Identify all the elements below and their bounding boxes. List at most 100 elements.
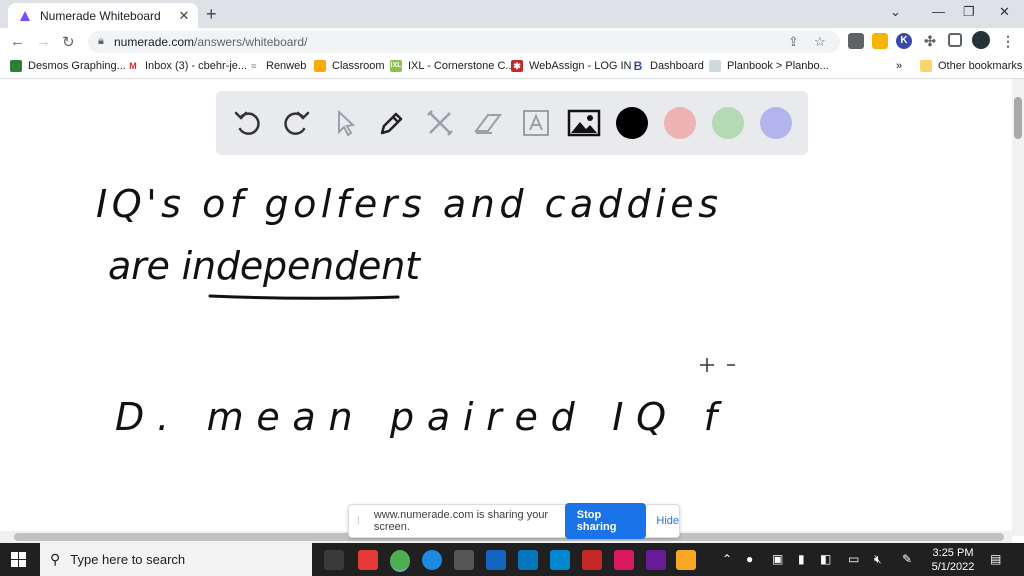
task-view-icon[interactable] <box>324 550 344 570</box>
tray-app-icon[interactable]: ▮ <box>798 552 805 566</box>
tray-chevron-icon[interactable]: ⌃ <box>722 552 732 566</box>
url-text: numerade.com/answers/whiteboard/ <box>114 35 307 49</box>
bookmarks-overflow-icon[interactable]: » <box>896 60 902 72</box>
color-swatch-pink[interactable] <box>664 107 696 139</box>
ixl-icon: IXL <box>390 60 402 72</box>
app-icon[interactable] <box>614 550 634 570</box>
color-swatch-black[interactable] <box>616 107 648 139</box>
bookmark-ixl[interactable]: IXL IXL - Cornerstone C... <box>390 60 515 72</box>
bookmark-inbox[interactable]: M Inbox (3) - cbehr-je... <box>127 60 247 72</box>
handwritten-line-3: D. mean paired IQ f <box>115 395 723 439</box>
pointer-icon[interactable] <box>324 103 364 143</box>
tray-app-icon[interactable]: ◧ <box>820 552 831 566</box>
forward-icon[interactable]: → <box>36 33 51 50</box>
bookmark-desmos[interactable]: Desmos Graphing... <box>10 60 126 72</box>
window-close-icon[interactable]: ✕ <box>999 4 1010 20</box>
redo-icon[interactable] <box>276 103 316 143</box>
bookmark-label: Inbox (3) - cbehr-je... <box>145 60 248 72</box>
tray-app-icon[interactable]: ▣ <box>772 552 783 566</box>
back-icon[interactable]: ← <box>10 33 25 50</box>
desmos-icon <box>10 60 22 72</box>
drag-grip-icon[interactable]: ⁞ <box>357 516 364 527</box>
windows-taskbar: ⚲ Type here to search ⌃ ● ▣ ▮ ◧ ▭ 🔇︎ ✎ 3… <box>0 543 1024 576</box>
bookmark-renweb[interactable]: ≈ Renweb <box>248 60 307 72</box>
url-host: numerade.com <box>114 35 195 49</box>
address-bar[interactable]: 🔒︎ numerade.com/answers/whiteboard/ ⇪ ☆ <box>88 31 840 53</box>
restore-icon[interactable]: ❐ <box>963 4 975 20</box>
bookmark-label: Planbook > Planbo... <box>727 60 829 72</box>
tab-numerade-whiteboard[interactable]: Numerade Whiteboard ✕ <box>8 3 198 28</box>
file-explorer-icon[interactable] <box>676 550 696 570</box>
share-page-icon[interactable]: ⇪ <box>788 34 799 50</box>
app-icon[interactable] <box>358 550 378 570</box>
network-icon[interactable]: ▭ <box>848 552 859 566</box>
bookmark-classroom[interactable]: Classroom <box>314 60 385 72</box>
pen-tray-icon[interactable]: ✎ <box>902 552 912 566</box>
bookmark-label: Classroom <box>332 60 385 72</box>
folder-icon <box>920 60 932 72</box>
profile-avatar[interactable] <box>972 31 990 49</box>
other-bookmarks-label: Other bookmarks <box>938 60 1023 72</box>
lock-icon[interactable]: 🔒︎ <box>98 35 104 48</box>
notifications-icon[interactable]: ▤ <box>990 552 1001 566</box>
eraser-icon[interactable] <box>468 103 508 143</box>
dashboard-icon: B <box>633 59 643 73</box>
acrobat-icon[interactable] <box>582 550 602 570</box>
pen-icon[interactable] <box>372 103 412 143</box>
stop-sharing-button[interactable]: Stop sharing <box>564 503 647 539</box>
vertical-scrollbar[interactable] <box>1012 79 1024 536</box>
bookmark-dashboard[interactable]: B Dashboard <box>632 60 704 72</box>
bookmark-planbook[interactable]: Planbook > Planbo... <box>709 60 829 72</box>
text-icon[interactable] <box>516 103 556 143</box>
bookmark-label: Desmos Graphing... <box>28 60 126 72</box>
gmail-icon: M <box>129 61 137 71</box>
tools-icon[interactable] <box>420 103 460 143</box>
new-tab-button[interactable]: + <box>206 4 217 25</box>
url-path: /answers/whiteboard/ <box>194 35 308 49</box>
taskbar-search-box[interactable]: ⚲ Type here to search <box>40 543 312 576</box>
tab-close-icon[interactable]: ✕ <box>176 8 192 24</box>
reload-icon[interactable]: ↻ <box>62 33 75 51</box>
reading-list-icon[interactable] <box>848 33 864 49</box>
undo-icon[interactable] <box>228 103 268 143</box>
windows-start-icon[interactable] <box>11 552 27 568</box>
edge-icon[interactable] <box>422 550 442 570</box>
app-icon[interactable] <box>518 550 538 570</box>
app-icon[interactable] <box>550 550 570 570</box>
word-icon[interactable] <box>486 550 506 570</box>
search-placeholder: Type here to search <box>70 552 186 567</box>
tab-strip: Numerade Whiteboard ✕ + ⌄ — ❐ ✕ <box>0 0 1024 28</box>
webassign-icon: ✱ <box>511 60 523 72</box>
bookmark-label: Dashboard <box>650 60 704 72</box>
volume-muted-icon[interactable]: 🔇︎ <box>874 552 882 567</box>
renweb-icon: ≈ <box>251 61 257 71</box>
other-bookmarks-folder[interactable]: Other bookmarks <box>920 60 1022 72</box>
side-panel-icon[interactable] <box>948 33 962 47</box>
bookmark-label: IXL - Cornerstone C... <box>408 60 515 72</box>
chrome-icon[interactable] <box>390 550 410 572</box>
k-extension-icon[interactable]: K <box>896 33 912 49</box>
image-icon[interactable] <box>564 103 604 143</box>
minimize-icon[interactable]: — <box>932 4 945 19</box>
bookmark-label: WebAssign - LOG IN <box>529 60 632 72</box>
hide-button[interactable]: Hide <box>656 515 679 527</box>
whiteboard-page: IQ's of golfers and caddies are independ… <box>0 79 1012 536</box>
extension-icon[interactable] <box>872 33 888 49</box>
screen-sharing-bar: ⁞ www.numerade.com is sharing your scree… <box>348 503 680 539</box>
color-swatch-green[interactable] <box>712 107 744 139</box>
bookmark-webassign[interactable]: ✱ WebAssign - LOG IN <box>511 60 632 72</box>
whiteboard-canvas[interactable]: IQ's of golfers and caddies are independ… <box>0 159 1012 536</box>
app-icon[interactable] <box>646 550 666 570</box>
scroll-thumb[interactable] <box>1014 97 1022 139</box>
taskbar-clock[interactable]: 3:25 PM 5/1/2022 <box>926 546 980 574</box>
handwritten-line-2: are independent <box>108 244 423 288</box>
handwritten-line-1: IQ's of golfers and caddies <box>96 182 721 226</box>
tab-search-chevron-icon[interactable]: ⌄ <box>890 4 901 20</box>
extensions-puzzle-icon[interactable]: ✣ <box>922 33 938 49</box>
clock-time: 3:25 PM <box>932 547 974 559</box>
color-swatch-blue[interactable] <box>760 107 792 139</box>
tray-app-icon[interactable]: ● <box>746 552 753 566</box>
app-icon[interactable] <box>454 550 474 570</box>
menu-kebab-icon[interactable]: ⋮ <box>1000 33 1016 49</box>
bookmark-star-icon[interactable]: ☆ <box>814 34 826 50</box>
